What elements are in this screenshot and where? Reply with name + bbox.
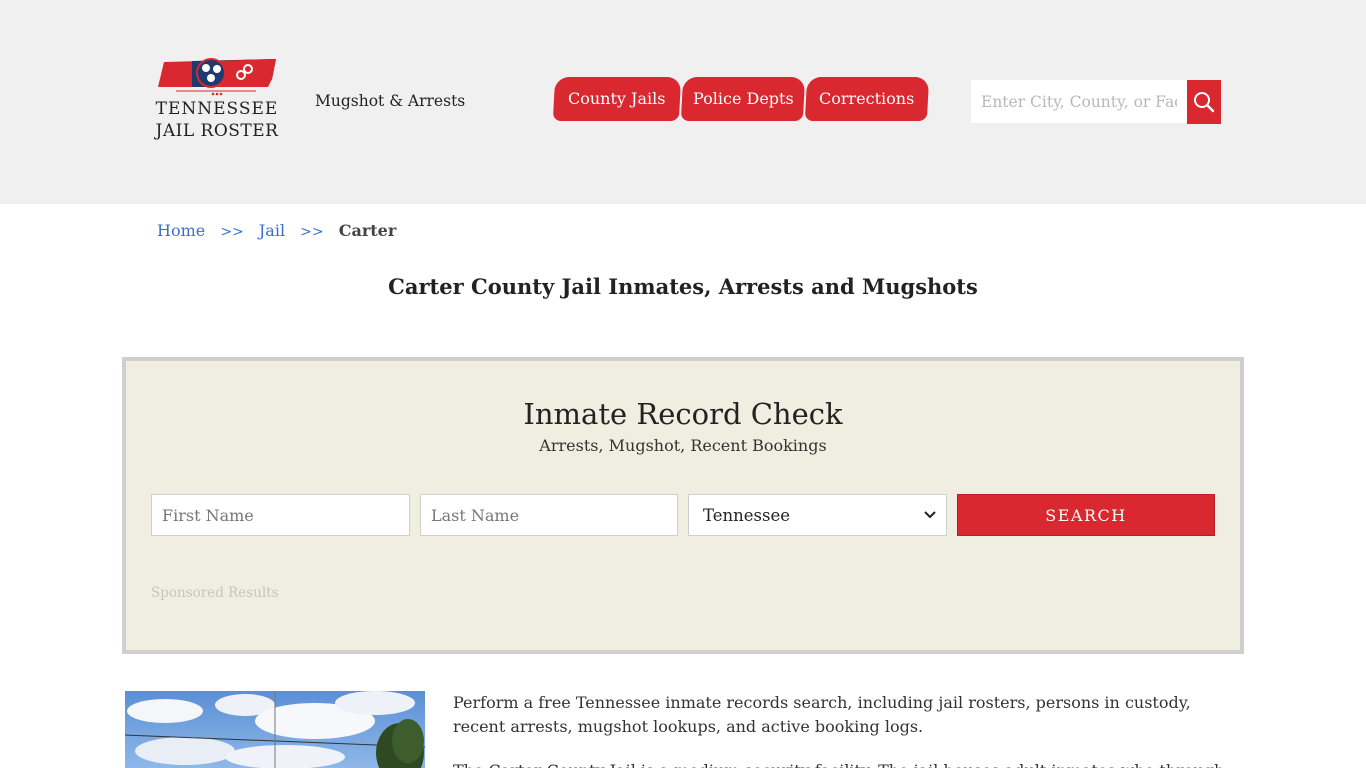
record-search-button[interactable]: SEARCH bbox=[957, 494, 1215, 536]
logo-text-line2: JAIL ROSTER bbox=[155, 121, 279, 141]
site-tagline: Mugshot & Arrests bbox=[315, 92, 466, 110]
site-search-input[interactable] bbox=[971, 80, 1187, 123]
site-search-button[interactable] bbox=[1187, 80, 1221, 124]
search-icon bbox=[1194, 92, 1215, 113]
facility-paragraph: The Carter County Jail is a medium secur… bbox=[453, 759, 1233, 768]
record-search-label: SEARCH bbox=[1045, 505, 1127, 525]
breadcrumb: Home >> Jail >> Carter bbox=[157, 221, 396, 240]
jail-photo bbox=[125, 691, 425, 768]
first-name-input[interactable] bbox=[151, 494, 410, 536]
sponsored-results-label: Sponsored Results bbox=[151, 585, 279, 601]
breadcrumb-jail-link[interactable]: Jail bbox=[259, 221, 285, 240]
intro-paragraph: Perform a free Tennessee inmate records … bbox=[453, 693, 1191, 736]
page-title: Carter County Jail Inmates, Arrests and … bbox=[388, 274, 978, 299]
site-logo[interactable]: TENNESSEE JAIL ROSTER bbox=[154, 57, 280, 147]
nav-police-depts-button[interactable]: Police Depts bbox=[680, 77, 806, 121]
breadcrumb-home-link[interactable]: Home bbox=[157, 221, 205, 240]
jail-photo-image bbox=[125, 691, 425, 768]
nav-label: Corrections bbox=[819, 89, 915, 108]
tennessee-state-logo-icon bbox=[158, 58, 276, 96]
chevron-down-icon bbox=[924, 511, 936, 519]
breadcrumb-current: Carter bbox=[338, 221, 397, 240]
panel-subtitle: Arrests, Mugshot, Recent Bookings bbox=[539, 436, 827, 455]
state-select[interactable]: Tennessee bbox=[688, 494, 947, 536]
nav-corrections-button[interactable]: Corrections bbox=[804, 77, 930, 121]
panel-title: Inmate Record Check bbox=[523, 397, 843, 431]
inmate-record-check-panel: Inmate Record Check Arrests, Mugshot, Re… bbox=[122, 357, 1244, 654]
site-header: TENNESSEE JAIL ROSTER Mugshot & Arrests … bbox=[0, 0, 1366, 204]
nav-county-jails-button[interactable]: County Jails bbox=[552, 77, 682, 121]
breadcrumb-separator: >> bbox=[300, 224, 324, 240]
nav-label: County Jails bbox=[568, 89, 666, 108]
logo-text-line1: TENNESSEE bbox=[155, 99, 279, 119]
last-name-input[interactable] bbox=[420, 494, 678, 536]
state-select-value: Tennessee bbox=[703, 505, 790, 525]
nav-label: Police Depts bbox=[692, 89, 794, 108]
breadcrumb-separator: >> bbox=[220, 224, 244, 240]
